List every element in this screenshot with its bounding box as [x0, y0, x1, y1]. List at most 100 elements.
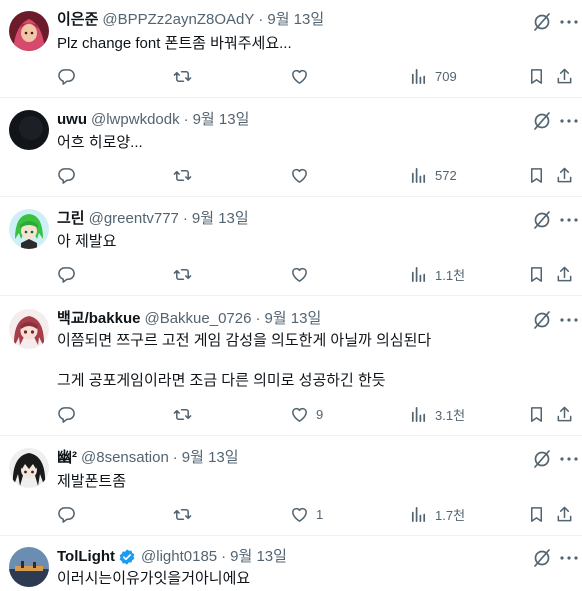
timestamp[interactable]: 9월 13일: [264, 309, 321, 329]
bookmark-button[interactable]: [527, 404, 546, 424]
grok-icon[interactable]: [532, 111, 552, 131]
views-count: 709: [435, 68, 457, 84]
user-handle[interactable]: @lwpwkdodk: [91, 110, 180, 130]
tweet-text: 이러시는이유가잇을거아니에요: [57, 569, 250, 589]
like-icon: [292, 168, 307, 183]
retweet-icon: [173, 169, 192, 181]
tweet-text: 아 제발요: [57, 232, 116, 252]
views-button[interactable]: 1.7천: [409, 504, 465, 524]
separator-dot: ·: [182, 210, 188, 227]
retweet-button[interactable]: [173, 504, 199, 524]
display-name[interactable]: 幽²: [57, 448, 77, 468]
user-handle[interactable]: @Bakkue_0726: [144, 309, 251, 329]
views-count: 1.7천: [435, 507, 466, 523]
views-button[interactable]: 709: [409, 66, 457, 86]
avatar[interactable]: [9, 448, 49, 488]
grok-icon[interactable]: [532, 449, 552, 469]
retweet-button[interactable]: [173, 264, 199, 284]
grok-icon[interactable]: [532, 210, 552, 230]
display-name[interactable]: TolLight: [57, 547, 115, 567]
views-icon: [411, 406, 426, 422]
retweet-button[interactable]: [173, 66, 199, 86]
like-button[interactable]: [290, 66, 316, 86]
separator-dot: ·: [221, 548, 227, 565]
like-icon: [292, 407, 307, 422]
like-button[interactable]: 9: [290, 404, 323, 424]
reply-button[interactable]: [57, 504, 83, 524]
grok-icon[interactable]: [532, 548, 552, 568]
timestamp[interactable]: 9월 13일: [230, 547, 287, 567]
tweet-header: 백교/bakkue @Bakkue_0726 · 9월 13일: [57, 309, 321, 329]
grok-icon[interactable]: [532, 310, 552, 330]
separator-dot: ·: [258, 11, 264, 28]
views-button[interactable]: 1.1천: [409, 264, 465, 284]
display-name[interactable]: 이은준: [57, 10, 98, 30]
avatar[interactable]: [9, 309, 49, 349]
like-button[interactable]: [290, 264, 316, 284]
reply-button[interactable]: [57, 404, 83, 424]
more-icon[interactable]: [558, 111, 580, 131]
user-handle[interactable]: @light0185: [141, 547, 217, 567]
views-icon: [411, 167, 426, 183]
avatar[interactable]: [9, 209, 49, 249]
display-name[interactable]: 그린: [57, 209, 85, 229]
reply-button[interactable]: [57, 165, 83, 185]
timestamp[interactable]: 9월 13일: [193, 110, 250, 130]
user-handle[interactable]: @BPPZz2aynZ8OAdY: [102, 10, 254, 30]
more-icon[interactable]: [558, 12, 580, 32]
views-button[interactable]: 3.1천: [409, 404, 465, 424]
share-button[interactable]: [555, 165, 574, 185]
share-icon: [557, 167, 572, 182]
like-icon: [292, 267, 307, 282]
like-button[interactable]: 1: [290, 504, 323, 524]
share-button[interactable]: [555, 264, 574, 284]
reply-icon: [58, 68, 75, 85]
reply-button[interactable]: [57, 264, 83, 284]
verified-badge-icon: [118, 548, 136, 566]
share-button[interactable]: [555, 66, 574, 86]
bookmark-button[interactable]: [527, 165, 546, 185]
separator-dot: ·: [183, 111, 189, 128]
like-button[interactable]: [290, 165, 316, 185]
tweet[interactable]: 그린 @greentv777 · 9월 13일 아 제발요 1.1천: [0, 197, 582, 296]
display-name[interactable]: 백교/bakkue: [57, 309, 140, 329]
tweet-text: 제발폰트좀: [57, 472, 126, 492]
tweet-line: Plz change font 폰트좀 바꿔주세요...: [57, 35, 292, 52]
tweet-line: 이러시는이유가잇을거아니에요: [57, 570, 251, 587]
timestamp[interactable]: 9월 13일: [192, 209, 249, 229]
share-button[interactable]: [555, 504, 574, 524]
retweet-button[interactable]: [173, 165, 199, 185]
like-count: 1: [316, 506, 324, 522]
more-icon[interactable]: [558, 310, 580, 330]
reply-icon: [58, 266, 75, 283]
avatar[interactable]: [9, 547, 49, 587]
share-button[interactable]: [555, 404, 574, 424]
timestamp[interactable]: 9월 13일: [182, 448, 239, 468]
tweet-text: Plz change font 폰트좀 바꿔주세요...: [57, 34, 292, 54]
tweet[interactable]: 이은준 @BPPZz2aynZ8OAdY · 9월 13일 Plz change…: [0, 0, 582, 98]
tweet[interactable]: 백교/bakkue @Bakkue_0726 · 9월 13일 이쯤되면 쯔구르…: [0, 296, 582, 436]
user-handle[interactable]: @greentv777: [89, 209, 179, 229]
avatar[interactable]: [9, 110, 49, 150]
bookmark-button[interactable]: [527, 66, 546, 86]
retweet-button[interactable]: [173, 404, 199, 424]
tweet[interactable]: 幽² @8sensation · 9월 13일 제발폰트좀 1 1.7천: [0, 436, 582, 536]
bookmark-icon: [530, 68, 543, 84]
views-count: 3.1천: [435, 407, 466, 423]
more-icon[interactable]: [558, 449, 580, 469]
bookmark-button[interactable]: [527, 264, 546, 284]
views-button[interactable]: 572: [409, 165, 457, 185]
bookmark-button[interactable]: [527, 504, 546, 524]
avatar[interactable]: [9, 11, 49, 51]
reply-button[interactable]: [57, 66, 83, 86]
more-icon[interactable]: [558, 210, 580, 230]
action-bar: 9 3.1천: [57, 404, 572, 424]
user-handle[interactable]: @8sensation: [81, 448, 169, 468]
more-icon[interactable]: [558, 548, 580, 568]
grok-icon[interactable]: [532, 12, 552, 32]
tweet[interactable]: TolLight @light0185 · 9월 13일 이러시는이유가잇을거아…: [0, 536, 582, 591]
tweet[interactable]: uwu @lwpwkdodk · 9월 13일 어흐 히로양... 572: [0, 98, 582, 197]
display-name[interactable]: uwu: [57, 110, 87, 130]
timestamp[interactable]: 9월 13일: [267, 10, 324, 30]
action-bar: 1.1천: [57, 264, 572, 284]
